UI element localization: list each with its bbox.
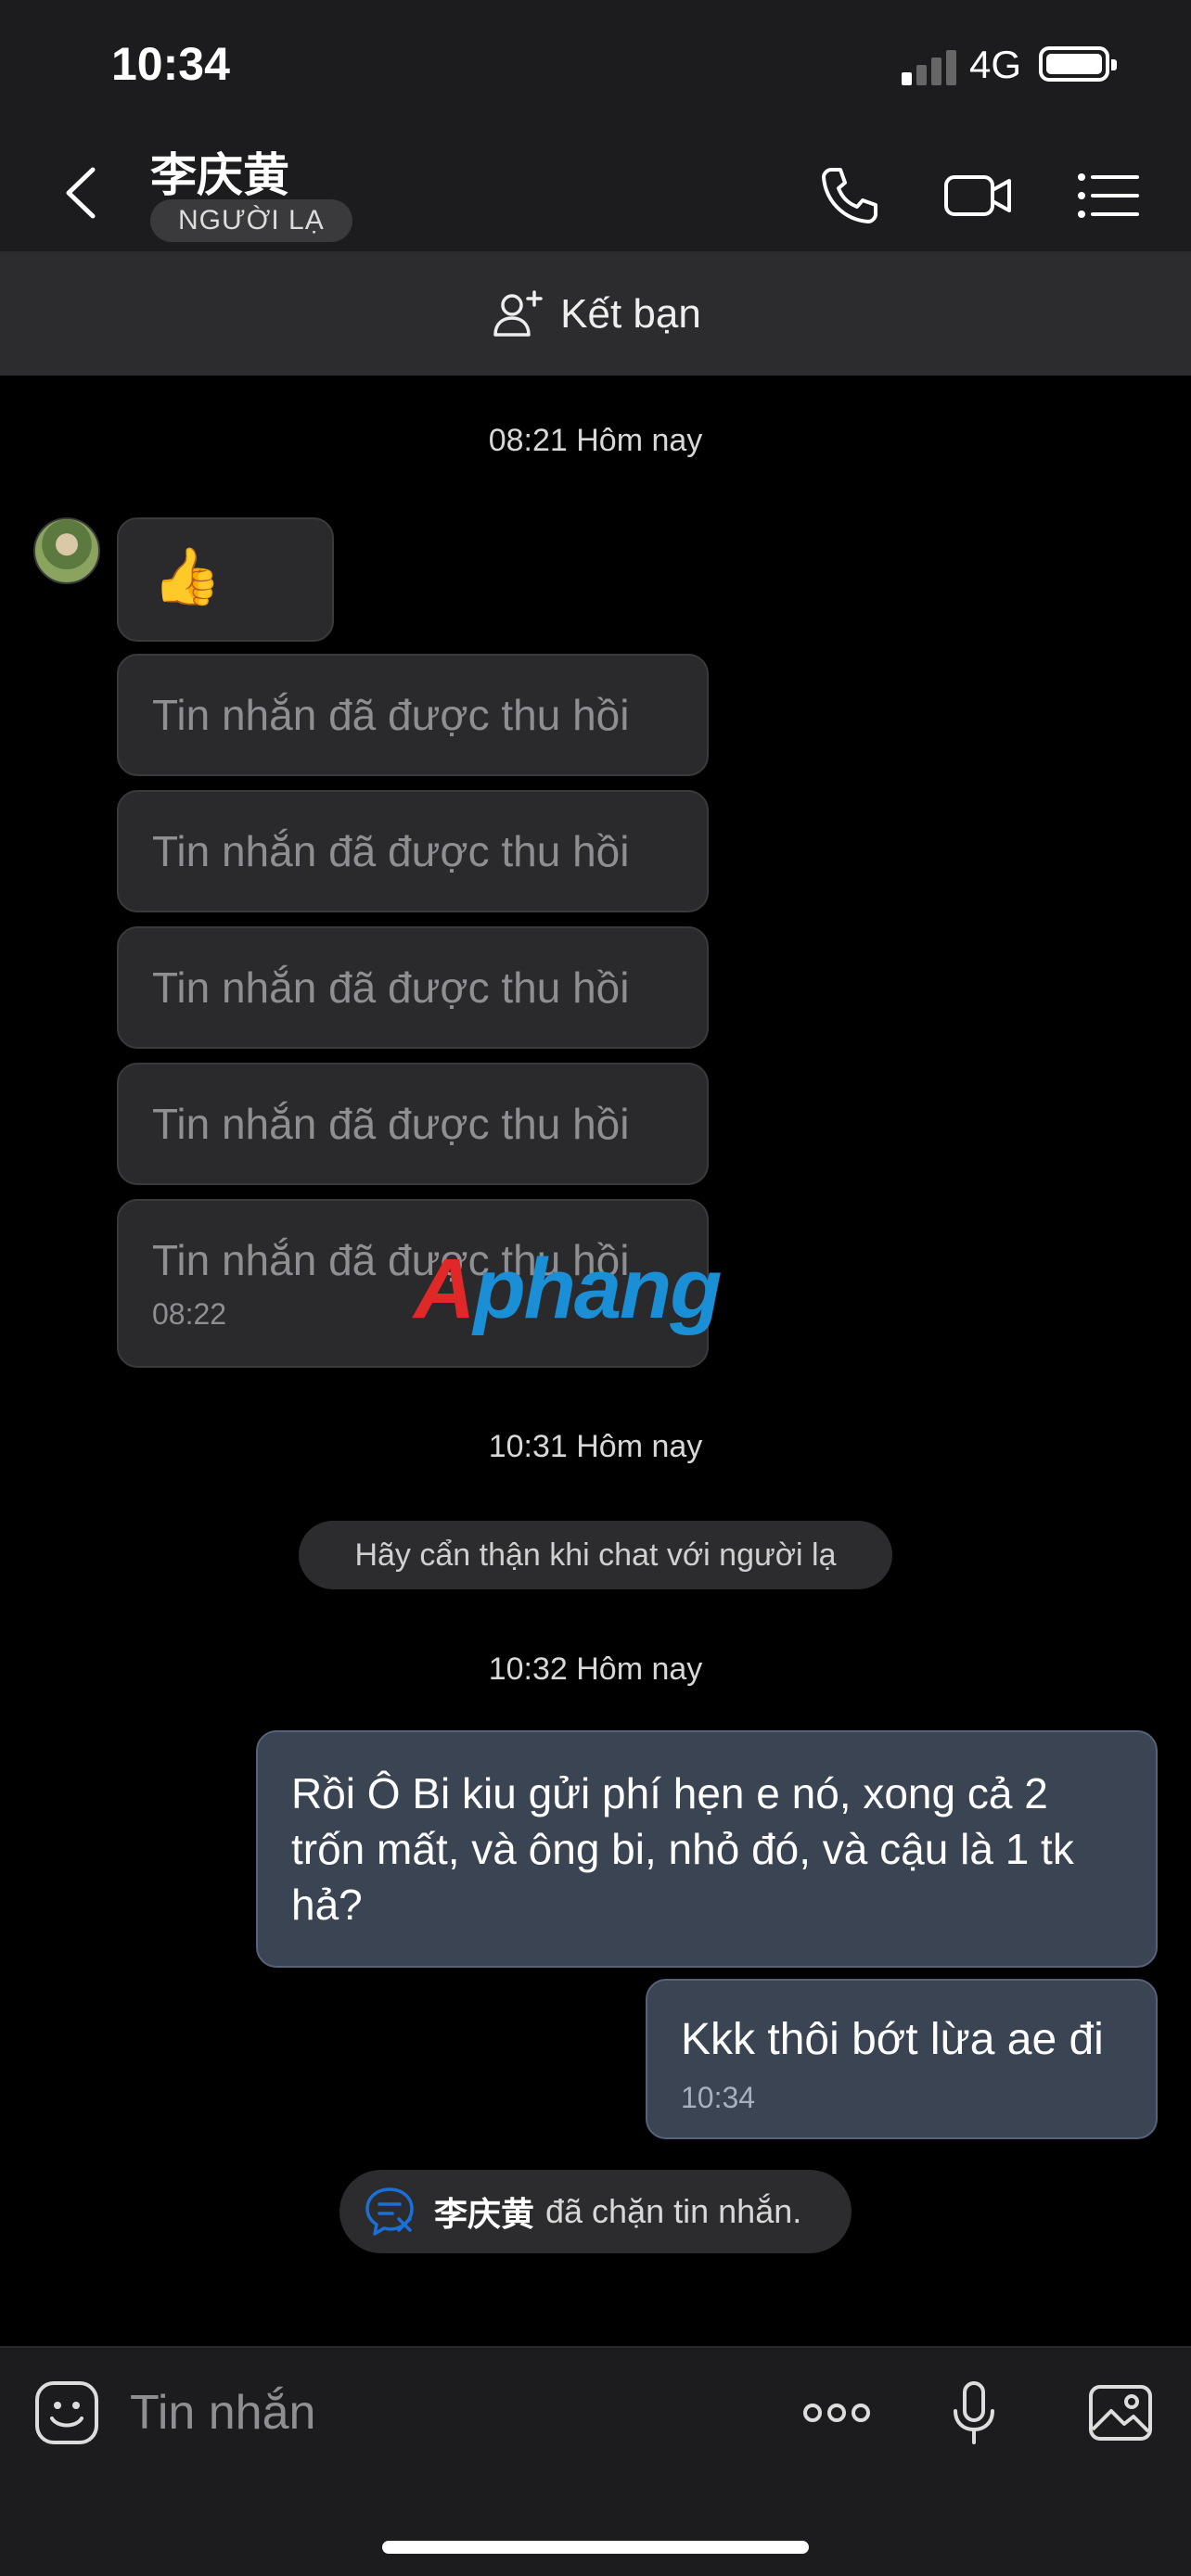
- recalled-message[interactable]: Tin nhắn đã được thu hồi: [117, 790, 709, 912]
- back-chevron-icon[interactable]: [56, 160, 111, 225]
- chat-timestamp: 10:31 Hôm nay: [488, 1429, 703, 1464]
- contact-avatar[interactable]: [33, 517, 100, 584]
- recalled-text: Tin nhắn đã được thu hồi: [152, 963, 630, 1012]
- recalled-text: Tin nhắn đã được thu hồi: [152, 691, 630, 739]
- status-time: 10:34: [111, 38, 230, 90]
- chat-timestamp: 10:32 Hôm nay: [488, 1651, 703, 1687]
- outgoing-message[interactable]: Kkk thôi bớt lừa ae đi 10:34: [646, 1979, 1158, 2139]
- message-input[interactable]: Tin nhắn: [130, 2385, 315, 2441]
- video-icon[interactable]: [942, 160, 1013, 231]
- recalled-text: Tin nhắn đã được thu hồi: [152, 827, 630, 875]
- menu-list-icon[interactable]: [1072, 160, 1143, 231]
- recalled-message[interactable]: Tin nhắn đã được thu hồi: [117, 1063, 709, 1185]
- stranger-warning-notice: Hãy cẩn thận khi chat với người lạ: [299, 1521, 892, 1589]
- contact-name[interactable]: 李庆黄: [150, 138, 289, 205]
- message-time: 10:34: [681, 2081, 756, 2114]
- chat-screen: 10:34 4G 李庆黄 NGƯỜI LẠ Kết bạn 08:21 Hôm …: [0, 0, 1191, 2576]
- stranger-badge: NGƯỜI LẠ: [150, 199, 352, 242]
- blocked-contact-name: 李庆黄: [434, 2195, 535, 2233]
- more-dots-icon[interactable]: [801, 2378, 872, 2448]
- status-bar: 10:34 4G: [0, 0, 1191, 134]
- incoming-message-thumb[interactable]: 👍: [117, 517, 334, 642]
- recalled-text: Tin nhắn đã được thu hồi: [152, 1100, 630, 1148]
- chat-header: 李庆黄 NGƯỜI LẠ: [0, 134, 1191, 253]
- network-type: 4G: [969, 43, 1022, 86]
- watermark-logo: Aphang: [414, 1242, 722, 1336]
- outgoing-message[interactable]: Rồi Ô Bi kiu gửi phí hẹn e nó, xong cả 2…: [256, 1730, 1158, 1968]
- home-indicator[interactable]: [382, 2541, 809, 2554]
- blocked-chat-icon: [365, 2187, 414, 2236]
- recalled-message[interactable]: Tin nhắn đã được thu hồi: [117, 654, 709, 776]
- blocked-text: đã chặn tin nhắn.: [545, 2192, 802, 2230]
- recalled-message[interactable]: Tin nhắn đã được thu hồi: [117, 926, 709, 1049]
- blocked-notice: 李庆黄 đã chặn tin nhắn.: [339, 2170, 852, 2253]
- message-text: Kkk thôi bớt lừa ae đi: [681, 2015, 1104, 2064]
- phone-icon[interactable]: [814, 160, 885, 231]
- thumbs-up-emoji: 👍: [152, 545, 222, 607]
- add-friend-button[interactable]: Kết bạn: [0, 253, 1191, 376]
- chat-timestamp: 08:21 Hôm nay: [488, 423, 703, 458]
- sticker-icon[interactable]: [32, 2378, 102, 2448]
- signal-icon: [902, 48, 957, 85]
- image-icon[interactable]: [1085, 2378, 1156, 2448]
- add-user-icon: [493, 290, 543, 337]
- battery-icon: [1039, 46, 1117, 82]
- message-text: Rồi Ô Bi kiu gửi phí hẹn e nó, xong cả 2…: [291, 1769, 1074, 1929]
- microphone-icon[interactable]: [939, 2378, 1009, 2448]
- add-friend-label: Kết bạn: [560, 291, 701, 337]
